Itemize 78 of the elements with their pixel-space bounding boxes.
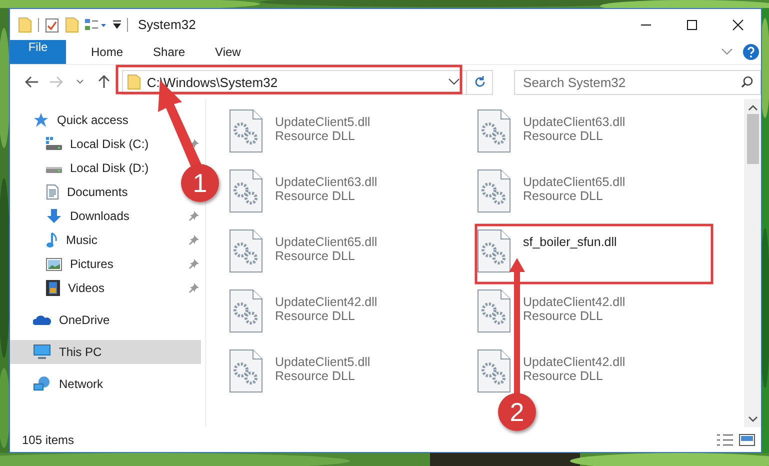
scroll-up-icon[interactable] xyxy=(748,104,758,112)
ribbon-tab[interactable]: View xyxy=(200,40,256,64)
file-type: Resource DLL xyxy=(275,189,356,203)
file-name[interactable]: UpdateClient42.dll xyxy=(275,295,378,309)
file-type: Resource DLL xyxy=(275,129,356,143)
file-type: Resource DLL xyxy=(275,309,356,323)
file-name[interactable]: UpdateClient63.dll xyxy=(275,175,378,189)
network-icon xyxy=(33,376,51,392)
item-count: 105 items xyxy=(22,432,74,446)
help-icon[interactable] xyxy=(743,44,759,60)
file-name[interactable]: UpdateClient42.dll xyxy=(523,355,626,369)
file-type: Resource DLL xyxy=(275,369,356,383)
music-note-icon xyxy=(46,232,58,248)
file-name[interactable]: UpdateClient65.dll xyxy=(523,175,626,189)
download-icon xyxy=(46,208,62,224)
sidebar-item[interactable]: Network xyxy=(10,372,108,396)
view-options-icon[interactable] xyxy=(85,18,107,32)
file-gear-icon xyxy=(477,229,511,273)
pin-icon[interactable] xyxy=(189,283,199,293)
ribbon-tab[interactable]: Home xyxy=(76,40,138,64)
file-type: Resource DLL xyxy=(523,189,604,203)
refresh-button[interactable] xyxy=(467,70,494,94)
up-arrow-icon[interactable] xyxy=(98,75,110,89)
image-icon xyxy=(46,258,62,270)
sidebar-item[interactable]: Pictures xyxy=(10,252,118,276)
file-gear-icon xyxy=(229,349,263,393)
file-gear-icon xyxy=(477,109,511,153)
file-gear-icon xyxy=(229,289,263,333)
cloud-icon xyxy=(33,314,51,326)
file-gear-icon xyxy=(229,229,263,273)
sidebar-item[interactable]: Videos xyxy=(10,276,108,300)
refresh-icon[interactable] xyxy=(474,76,486,88)
computer-icon xyxy=(33,344,51,360)
window-title: System32 xyxy=(138,17,196,32)
pin-icon[interactable] xyxy=(189,235,199,245)
file-type: Resource DLL xyxy=(523,369,604,383)
document-icon xyxy=(46,184,59,200)
sidebar-item[interactable]: Documents xyxy=(10,180,132,204)
film-icon xyxy=(46,280,60,296)
large-icons-view-icon[interactable] xyxy=(739,434,755,446)
back-arrow-icon[interactable] xyxy=(24,76,39,88)
chevron-down-icon[interactable] xyxy=(448,78,460,86)
drive-icon xyxy=(46,137,62,151)
file-name[interactable]: UpdateClient65.dll xyxy=(275,235,378,249)
sidebar-item[interactable]: Quick access xyxy=(10,108,132,132)
scrollbar-thumb[interactable] xyxy=(746,114,758,164)
file-gear-icon xyxy=(229,169,263,213)
ribbon-tab[interactable]: Share xyxy=(138,40,200,64)
recent-dropdown-icon[interactable] xyxy=(76,79,84,85)
properties-icon[interactable] xyxy=(45,16,59,32)
sidebar-item[interactable]: Downloads xyxy=(10,204,134,228)
pin-icon[interactable] xyxy=(189,211,199,221)
file-gear-icon xyxy=(477,349,511,393)
folder-icon xyxy=(126,74,141,90)
pin-icon[interactable] xyxy=(189,259,199,269)
search-icon[interactable] xyxy=(741,76,754,88)
details-view-icon[interactable] xyxy=(717,434,733,446)
file-gear-icon xyxy=(477,169,511,213)
sidebar-item[interactable]: Local Disk (C:) xyxy=(10,132,153,156)
file-name[interactable]: sf_boiler_sfun.dll xyxy=(523,235,617,249)
file-type: Resource DLL xyxy=(523,309,604,323)
sidebar-item[interactable]: OneDrive xyxy=(10,308,114,332)
sidebar-item[interactable]: Local Disk (D:) xyxy=(10,156,153,180)
file-name[interactable]: UpdateClient63.dll xyxy=(523,115,626,129)
search-field[interactable]: Search System32 xyxy=(514,70,762,94)
sidebar-item[interactable]: This PC xyxy=(10,340,201,364)
sidebar-item[interactable]: Music xyxy=(10,228,102,252)
file-gear-icon xyxy=(229,109,263,153)
file-name[interactable]: UpdateClient5.dll xyxy=(275,355,370,369)
file-name[interactable]: UpdateClient5.dll xyxy=(275,115,370,129)
scroll-down-icon[interactable] xyxy=(748,415,758,423)
ribbon-tab[interactable]: File xyxy=(10,40,66,64)
file-name[interactable]: UpdateClient42.dll xyxy=(523,295,626,309)
file-type: Resource DLL xyxy=(523,129,604,143)
star-icon xyxy=(33,112,49,128)
file-gear-icon xyxy=(477,289,511,333)
file-type: Resource DLL xyxy=(275,249,356,263)
customize-toolbar-icon[interactable] xyxy=(113,20,121,30)
